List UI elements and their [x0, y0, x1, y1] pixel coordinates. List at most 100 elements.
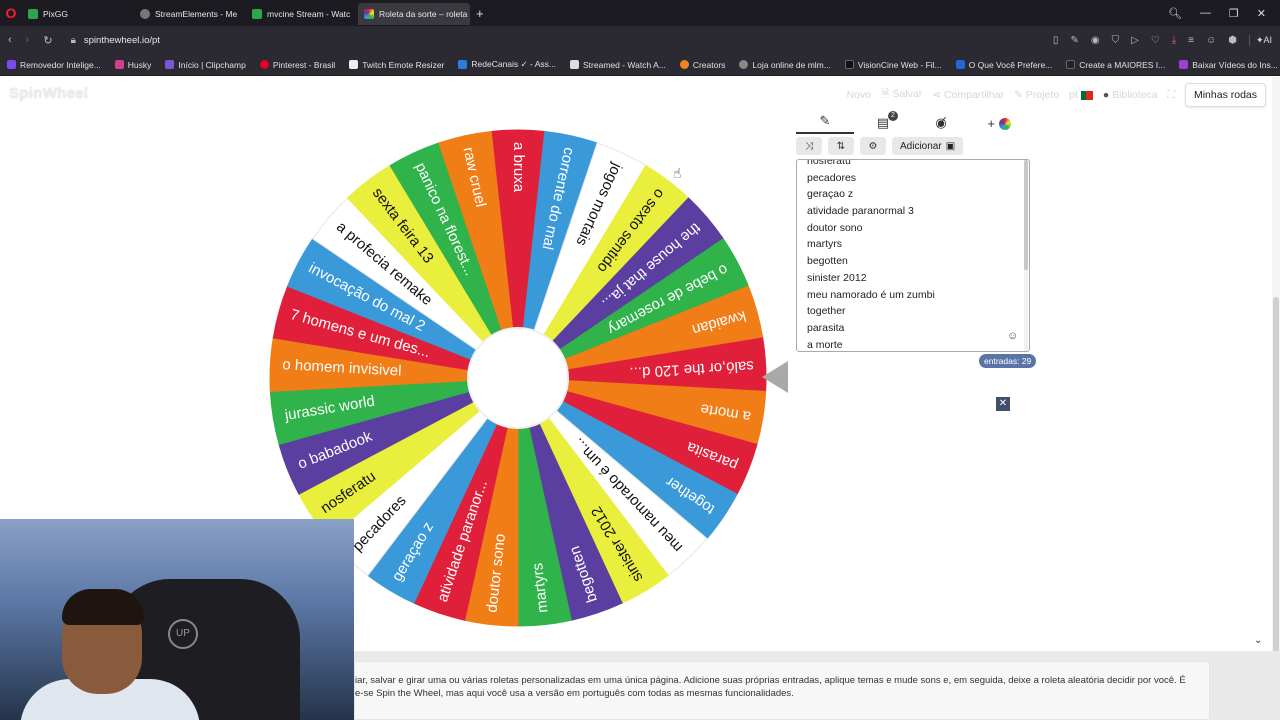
bookmark-item[interactable]: Twitch Emote Resizer [342, 60, 451, 70]
entry-line[interactable]: doutor sono [807, 220, 935, 237]
forward-icon[interactable]: › [26, 34, 30, 47]
add-image-label: Adicionar [900, 140, 942, 152]
minimize-icon[interactable]: — [1200, 7, 1211, 19]
edit-tab-icon[interactable]: ✎ [796, 113, 854, 134]
entries-textarea[interactable]: nosferatu pecadores geraçao z atividade par… [796, 159, 1030, 352]
settings-icon[interactable]: ⚙ [860, 137, 886, 155]
bookmark-item[interactable]: VisionCine Web - Fil... [838, 60, 949, 70]
entry-line[interactable]: a morte [807, 337, 935, 351]
fullscreen-icon[interactable]: ⛶ [1168, 89, 1175, 102]
bookmarks-bar: Removedor Intelige... Husky Início | Cli… [0, 54, 1280, 76]
bookmark-label: RedeCanais ✓ - Ass... [471, 59, 556, 69]
tab-streamelements[interactable]: StreamElements - Me [134, 3, 246, 25]
camera-icon[interactable]: ◉ [1091, 35, 1100, 46]
entry-line[interactable]: pecadores [807, 170, 935, 187]
shield-icon[interactable]: ⛉ [1112, 35, 1120, 46]
share-button[interactable]: ⋖ Compartilhar [932, 89, 1004, 101]
save-button[interactable]: 🗎 Salvar [881, 86, 922, 104]
ai-icon[interactable]: ✦AI [1248, 34, 1272, 46]
bookmark-item[interactable]: O Que Você Prefere... [949, 60, 1060, 70]
entry-line[interactable]: together [807, 303, 935, 320]
new-button[interactable]: Novo [847, 89, 872, 101]
entry-line[interactable]: atividade paranormal 3 [807, 203, 935, 220]
window-controls: 🔍︎ — ❐ ✕ [1168, 7, 1280, 20]
close-icon[interactable]: ✕ [996, 397, 1010, 411]
add-image-button[interactable]: Adicionar ▣ [892, 137, 964, 155]
extension-icon[interactable]: ⬢ [1228, 35, 1237, 46]
entry-line[interactable]: sinister 2012 [807, 270, 935, 287]
sort-icon[interactable]: ⇅ [828, 137, 854, 155]
streamelements-favicon-icon [140, 9, 150, 19]
page-scrollbar-thumb[interactable] [1273, 297, 1279, 697]
url-field[interactable]: spinthewheel.io/pt [84, 35, 160, 46]
bookmark-label: Loja online de mlm... [752, 59, 831, 70]
bookmark-item[interactable]: Creators [673, 60, 733, 70]
project-button[interactable]: ✎ Projeto [1014, 89, 1059, 101]
library-button[interactable]: ● Biblioteca [1103, 89, 1158, 101]
site-logo[interactable]: SpinWheel [9, 85, 88, 102]
share-label: Compartilhar [943, 89, 1005, 101]
lock-icon: 🔒︎ [70, 34, 76, 46]
reload-icon[interactable]: ↻ [43, 34, 52, 47]
bookmark-item[interactable]: Create a MAIORES I... [1059, 60, 1172, 70]
bookmark-item[interactable]: Husky [108, 60, 159, 70]
bookmark-item[interactable]: Início | Clipchamp [158, 60, 252, 70]
entry-line[interactable]: martyrs [807, 236, 935, 253]
entry-line[interactable]: parasita [807, 320, 935, 337]
entry-line[interactable]: begotten [807, 253, 935, 270]
entries-scrollbar[interactable] [1024, 160, 1028, 351]
opera-logo-icon[interactable]: O [0, 0, 22, 26]
reader-icon[interactable]: ▯ [1053, 35, 1059, 46]
entry-line[interactable]: meu namorado é um zumbi [807, 287, 935, 304]
language-label: pt [1069, 89, 1078, 101]
bookmark-label: Baixar Vídeos do Ins... [1192, 59, 1278, 70]
wheel-center-button[interactable] [467, 327, 569, 429]
wheel-pointer-icon [762, 361, 788, 393]
tab-strip: O PixGG StreamElements - Me mvcine Strea… [0, 0, 1280, 26]
description-box: iar, salvar e girar uma ou várias roleta… [354, 661, 1210, 720]
bookmark-item[interactable]: Removedor Intelige... [0, 60, 108, 70]
close-window-icon[interactable]: ✕ [1257, 7, 1266, 20]
emoji-icon[interactable]: ☺ [1007, 330, 1018, 342]
bookmark-label: Removedor Intelige... [20, 59, 101, 70]
bookmark-label: Início | Clipchamp [178, 59, 246, 70]
language-select[interactable]: pt [1069, 89, 1093, 101]
results-tab-icon[interactable]: ▤ 2 [854, 111, 912, 131]
bookmark-item[interactable]: Pinterest - Brasil [253, 60, 342, 70]
download-icon[interactable]: ⤓ [1172, 35, 1176, 46]
search-tabs-icon[interactable]: 🔍︎ [1168, 7, 1182, 20]
add-wheel-icon[interactable]: + [970, 116, 1028, 131]
bookmark-item[interactable]: Streamed - Watch A... [563, 60, 673, 70]
tab-pixgg[interactable]: PixGG [22, 3, 134, 25]
tab-mvcine[interactable]: mvcine Stream - Watc [246, 3, 358, 25]
tab-label: mvcine Stream - Watc [267, 9, 351, 19]
back-icon[interactable]: ‹ [8, 34, 12, 47]
bookmark-item[interactable]: RedeCanais ✓ - Ass... [451, 59, 563, 70]
address-bar-tools: ▯ ✎ ◉ ⛉ ▷ ♡ ⤓ ≡ ☺ ⬢ ✦AI [1053, 34, 1280, 46]
page-scrollbar[interactable] [1272, 77, 1280, 720]
hand-cursor-icon: ☝ [673, 165, 682, 181]
entry-line[interactable]: geraçao z [807, 186, 935, 203]
account-icon[interactable]: ☺ [1206, 35, 1216, 46]
tab-label: PixGG [43, 9, 69, 19]
menu-icon[interactable]: ≡ [1188, 35, 1194, 46]
entries-scrollbar-thumb[interactable] [1024, 160, 1028, 270]
my-wheels-button[interactable]: Minhas rodas [1184, 83, 1266, 107]
entries-count-badge: entradas: 29 [979, 354, 1037, 368]
chevron-down-icon[interactable]: ⌄ [1254, 635, 1262, 646]
bookmark-icon [739, 60, 749, 69]
heart-icon[interactable]: ♡ [1151, 35, 1160, 46]
hidden-tab-icon[interactable]: ◉̸ [912, 115, 970, 131]
entry-line[interactable]: nosferatu [807, 160, 935, 170]
tab-roleta[interactable]: Roleta da sorte – roleta c ✕ [358, 3, 470, 25]
portugal-flag-icon [1080, 90, 1093, 100]
bookmark-item[interactable]: Baixar Vídeos do Ins... [1172, 60, 1280, 70]
bookmark-item[interactable]: Loja online de mlm... [732, 60, 837, 70]
maximize-icon[interactable]: ❐ [1229, 7, 1239, 20]
shuffle-icon[interactable]: ⤨ [796, 137, 822, 155]
play-icon[interactable]: ▷ [1131, 35, 1139, 46]
browser-window: O PixGG StreamElements - Me mvcine Strea… [0, 0, 1280, 720]
bookmark-icon [955, 60, 965, 69]
new-tab-icon[interactable]: + [476, 6, 484, 21]
edit-icon[interactable]: ✎ [1070, 35, 1078, 46]
